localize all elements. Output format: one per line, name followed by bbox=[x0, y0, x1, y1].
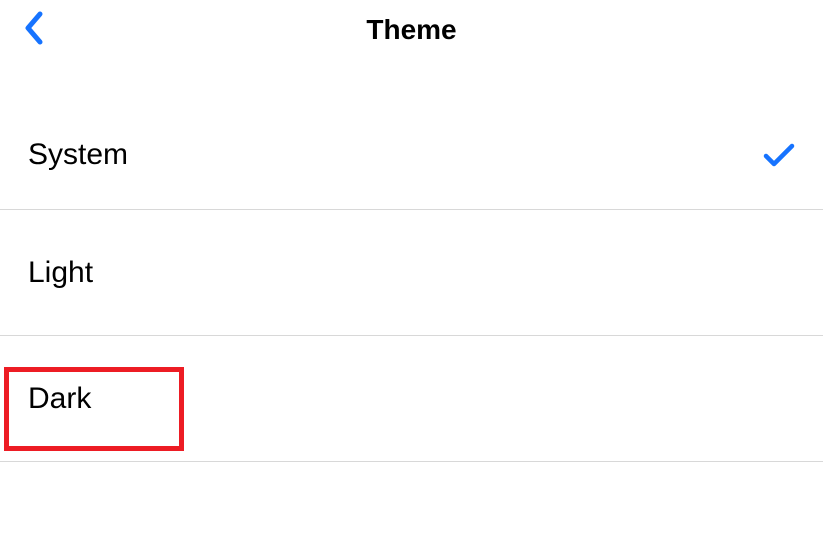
back-button[interactable] bbox=[22, 10, 44, 51]
page-title: Theme bbox=[366, 14, 456, 46]
checkmark-icon bbox=[763, 143, 795, 167]
theme-option-system[interactable]: System bbox=[0, 100, 823, 210]
option-label: System bbox=[28, 138, 128, 172]
chevron-left-icon bbox=[22, 10, 44, 51]
theme-options-list: System Light Dark bbox=[0, 100, 823, 462]
theme-option-dark[interactable]: Dark bbox=[0, 336, 823, 462]
header: Theme bbox=[0, 0, 823, 60]
option-label: Dark bbox=[28, 382, 91, 416]
theme-option-light[interactable]: Light bbox=[0, 210, 823, 336]
option-label: Light bbox=[28, 256, 93, 290]
